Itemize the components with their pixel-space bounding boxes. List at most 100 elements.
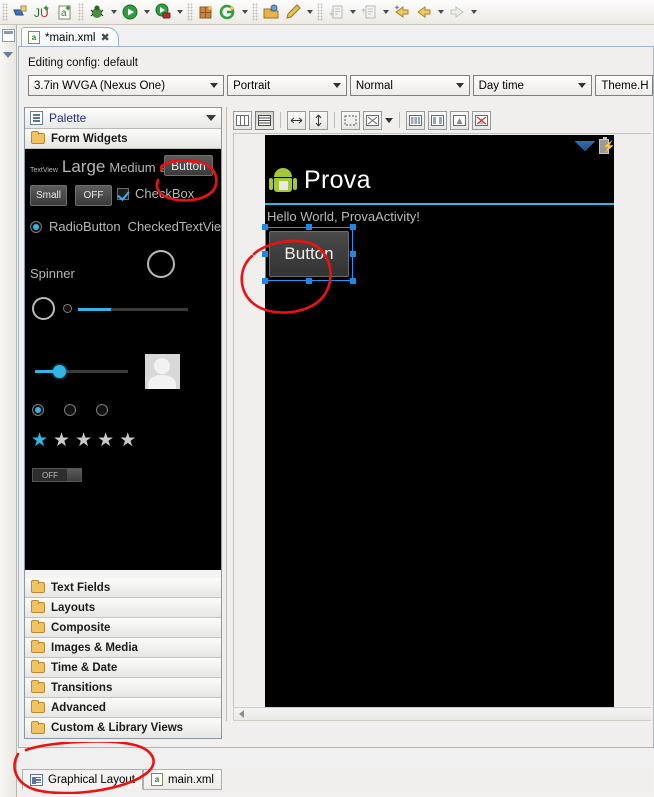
debug-icon[interactable]: [86, 2, 108, 23]
hide-included-icon[interactable]: [472, 110, 491, 130]
new-android-project-icon[interactable]: [195, 2, 217, 23]
palette-category-layouts[interactable]: Layouts: [25, 598, 221, 618]
canvas-button[interactable]: Button: [269, 231, 349, 277]
distribute-horizontal-icon[interactable]: [406, 110, 425, 130]
palette-item-radiobutton[interactable]: RadioButton: [49, 219, 121, 234]
next-annotation-icon[interactable]: [325, 2, 347, 23]
minimize-view-icon[interactable]: [3, 52, 13, 58]
quickcontact-badge-icon[interactable]: [145, 354, 180, 389]
hello-world-textview[interactable]: Hello World, ProvaActivity!: [267, 209, 420, 224]
progressbar-normal-icon[interactable]: [32, 297, 55, 320]
next-annotation-dropdown-icon[interactable]: [347, 2, 358, 23]
toolbar-grip[interactable]: [2, 3, 8, 21]
resize-handle-ne[interactable]: [350, 224, 356, 230]
resize-handle-n[interactable]: [306, 224, 312, 230]
palette-item-textview[interactable]: TextView: [30, 167, 58, 174]
palette-category-transitions[interactable]: Transitions: [25, 678, 221, 698]
open-resource-icon[interactable]: [260, 2, 282, 23]
previous-annotation-dropdown-icon[interactable]: [380, 2, 391, 23]
linear-layout-horizontal-icon[interactable]: [233, 110, 252, 130]
close-icon[interactable]: ✖: [100, 31, 109, 44]
toggle-margins-icon[interactable]: [341, 110, 360, 130]
palette-item-switch[interactable]: OFF: [32, 468, 82, 482]
new-junit-test-icon[interactable]: JU: [32, 2, 54, 23]
rating-star-2-icon[interactable]: ★: [53, 431, 70, 450]
sdk-dropdown-icon[interactable]: [239, 2, 250, 23]
new-java-project-icon[interactable]: [10, 2, 32, 23]
palette-item-small-button[interactable]: Small: [30, 185, 67, 206]
resize-handle-w[interactable]: [262, 251, 268, 257]
quick-access-icon[interactable]: [282, 2, 304, 23]
progressbar-large-icon[interactable]: [147, 250, 175, 278]
forward-icon[interactable]: [446, 2, 468, 23]
toolbar-grip-3[interactable]: [187, 3, 193, 21]
radio-button-icon[interactable]: [30, 220, 42, 233]
radio-group-item-2-icon[interactable]: [64, 404, 76, 416]
resize-handle-s[interactable]: [306, 278, 312, 284]
resize-handle-sw[interactable]: [262, 278, 268, 284]
quick-access-dropdown-icon[interactable]: [304, 2, 315, 23]
resize-handle-se[interactable]: [350, 278, 356, 284]
palette-item-button[interactable]: Button: [164, 155, 213, 176]
scroll-left-icon[interactable]: [239, 710, 244, 718]
layout-canvas[interactable]: ⚡ Prova Hello World, ProvaActivity! Butt…: [233, 133, 651, 707]
device-screen[interactable]: ⚡ Prova Hello World, ProvaActivity! Butt…: [262, 135, 616, 707]
new-android-xml-file-icon[interactable]: a: [54, 2, 76, 23]
resize-handle-e[interactable]: [350, 251, 356, 257]
toggle-expand-icon[interactable]: [363, 110, 382, 130]
linear-layout-vertical-icon[interactable]: [255, 110, 274, 130]
chevron-down-icon[interactable]: [206, 115, 216, 121]
rating-star-5-icon[interactable]: ★: [119, 431, 136, 450]
toggle-width-icon[interactable]: [287, 110, 306, 130]
editor-tab-main-xml[interactable]: a *main.xml ✖: [21, 27, 119, 47]
palette-category-time-date[interactable]: Time & Date: [25, 658, 221, 678]
seekbar-icon[interactable]: [78, 308, 188, 311]
ui-mode-combo[interactable]: Normal: [349, 75, 470, 96]
radio-group-item-1-icon[interactable]: [32, 404, 44, 416]
toolbar-grip-4[interactable]: [252, 3, 258, 21]
rating-star-1-icon[interactable]: ★: [31, 431, 48, 450]
progressbar-small-icon[interactable]: [63, 304, 72, 313]
palette-item-spinner[interactable]: Spinner: [30, 266, 75, 281]
palette-category-advanced[interactable]: Advanced: [25, 698, 221, 718]
toolbar-grip-5[interactable]: [317, 3, 323, 21]
run-coverage-dropdown-icon[interactable]: [174, 2, 185, 23]
run-coverage-icon[interactable]: [152, 2, 174, 23]
show-included-icon[interactable]: [450, 110, 469, 130]
rating-star-3-icon[interactable]: ★: [75, 431, 92, 450]
palette-category-images-media[interactable]: Images & Media: [25, 638, 221, 658]
back-dropdown-icon[interactable]: [435, 2, 446, 23]
toolbar-grip-2[interactable]: [78, 3, 84, 21]
last-edit-location-icon[interactable]: [391, 2, 413, 23]
forward-dropdown-icon[interactable]: [468, 2, 479, 23]
rating-star-4-icon[interactable]: ★: [97, 431, 114, 450]
orientation-combo[interactable]: Portrait: [227, 75, 347, 96]
theme-combo[interactable]: Theme.H: [595, 75, 653, 96]
toggle-height-icon[interactable]: [309, 110, 328, 130]
palette-item-medium-text[interactable]: Medium: [109, 160, 155, 175]
palette-category-text-fields[interactable]: Text Fields: [25, 578, 221, 598]
palette-header[interactable]: Palette: [25, 108, 221, 129]
palette-item-checkbox[interactable]: CheckBox: [135, 186, 194, 201]
device-combo[interactable]: 3.7in WVGA (Nexus One): [28, 75, 225, 96]
android-sdk-manager-icon[interactable]: [217, 2, 239, 23]
canvas-horizontal-scrollbar[interactable]: [233, 707, 651, 721]
debug-dropdown-icon[interactable]: [108, 2, 119, 23]
distribute-center-icon[interactable]: [428, 110, 447, 130]
run-icon[interactable]: [119, 2, 141, 23]
slider-track-icon[interactable]: [35, 370, 128, 373]
tab-main-xml[interactable]: a main.xml: [142, 769, 222, 790]
previous-annotation-icon[interactable]: [358, 2, 380, 23]
tab-graphical-layout[interactable]: Graphical Layout: [22, 769, 143, 790]
checkbox-icon[interactable]: [117, 187, 129, 200]
day-night-combo[interactable]: Day time: [472, 75, 593, 96]
run-dropdown-icon[interactable]: [141, 2, 152, 23]
slider-thumb-icon[interactable]: [53, 365, 66, 378]
back-icon[interactable]: [413, 2, 435, 23]
palette-category-custom-library-views[interactable]: Custom & Library Views: [25, 718, 221, 738]
palette-category-composite[interactable]: Composite: [25, 618, 221, 638]
resize-handle-nw[interactable]: [262, 224, 268, 230]
chevron-down-icon[interactable]: [385, 117, 393, 123]
palette-item-checkedtextview[interactable]: CheckedTextView: [128, 219, 221, 234]
selected-button-widget[interactable]: Button: [262, 224, 356, 284]
